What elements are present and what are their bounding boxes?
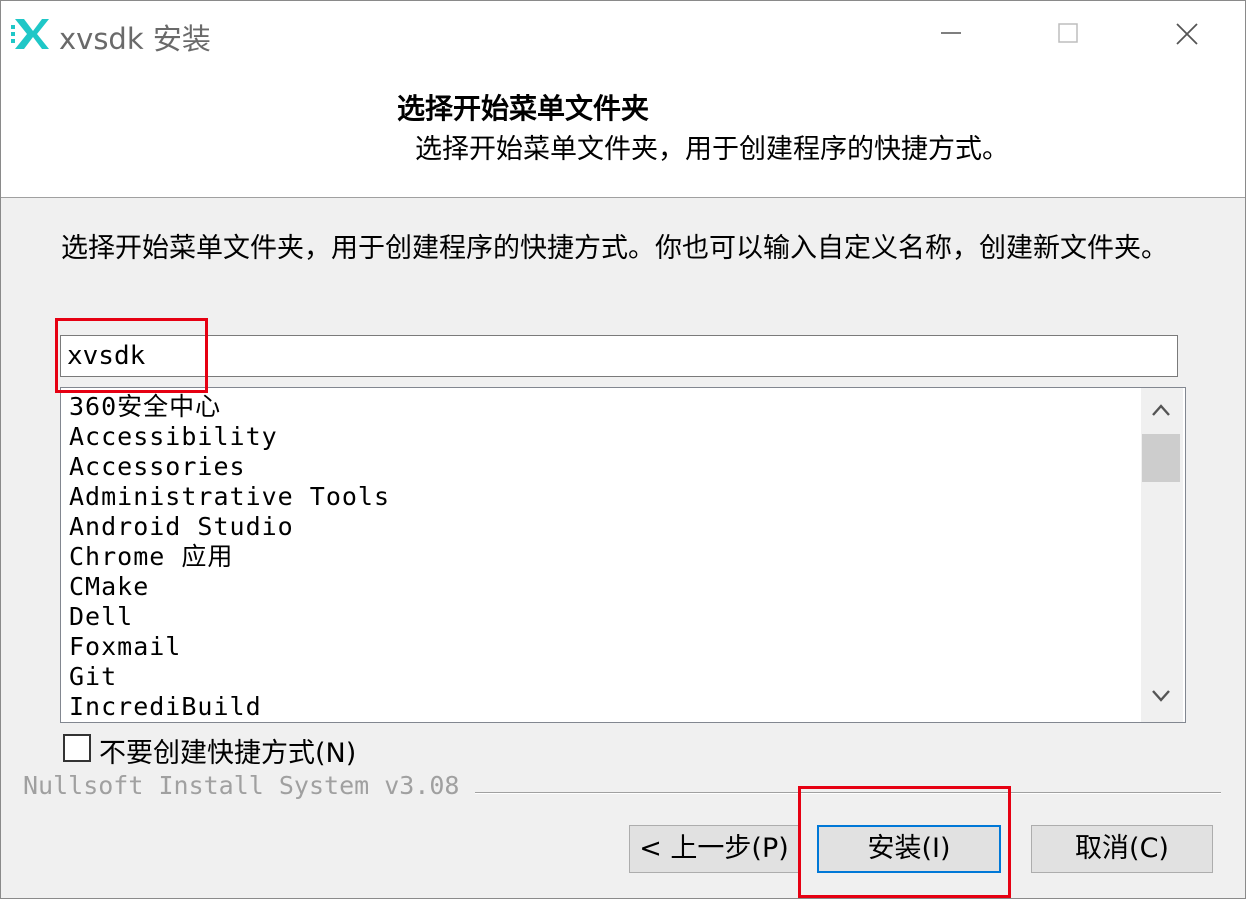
title-bar[interactable]: xvsdk 安装 — [1, 1, 1245, 65]
list-item[interactable]: IncrediBuild — [69, 692, 390, 722]
chevron-up-icon[interactable] — [1151, 402, 1171, 421]
window-title: xvsdk 安装 — [59, 22, 211, 56]
chevron-down-icon[interactable] — [1151, 688, 1171, 707]
list-item[interactable]: 360安全中心 — [69, 392, 390, 422]
minimize-button[interactable] — [916, 1, 986, 65]
list-item[interactable]: Administrative Tools — [69, 482, 390, 512]
page-subtitle: 选择开始菜单文件夹，用于创建程序的快捷方式。 — [415, 134, 1009, 165]
no-shortcut-checkbox[interactable] — [63, 734, 91, 762]
scroll-thumb[interactable] — [1142, 434, 1180, 482]
page-title: 选择开始菜单文件夹 — [397, 92, 650, 125]
list-item[interactable]: Android Studio — [69, 512, 390, 542]
xvsdk-logo-icon — [11, 19, 49, 49]
close-icon — [1176, 23, 1198, 45]
list-item[interactable]: Dell — [69, 602, 390, 632]
list-item[interactable]: Accessories — [69, 452, 390, 482]
footer-divider — [475, 792, 1221, 794]
cancel-button[interactable]: 取消(C) — [1031, 825, 1213, 873]
list-item[interactable]: Foxmail — [69, 632, 390, 662]
folder-listbox[interactable]: 360安全中心 Accessibility Accessories Administr… — [60, 387, 1186, 723]
list-item[interactable]: Git — [69, 662, 390, 692]
no-shortcut-label[interactable]: 不要创建快捷方式(N) — [99, 731, 356, 770]
maximize-button[interactable] — [1033, 1, 1103, 65]
vertical-scrollbar[interactable] — [1141, 388, 1183, 722]
install-button[interactable]: 安装(I) — [817, 825, 1001, 873]
back-button[interactable]: < 上一步(P) — [629, 825, 799, 873]
folder-list: 360安全中心 Accessibility Accessories Administr… — [69, 392, 390, 722]
nsis-brand: Nullsoft Install System v3.08 — [23, 771, 460, 800]
installer-window: xvsdk 安装 选择开始菜单文件夹 选择开始菜单文件夹，用于创建程序的快捷方式… — [0, 0, 1246, 899]
minimize-icon — [941, 32, 961, 34]
maximize-icon — [1058, 23, 1078, 43]
list-item[interactable]: Chrome 应用 — [69, 542, 390, 572]
list-item[interactable]: CMake — [69, 572, 390, 602]
close-button[interactable] — [1151, 1, 1221, 65]
intro-text: 选择开始菜单文件夹，用于创建程序的快捷方式。你也可以输入自定义名称，创建新文件夹… — [61, 233, 1168, 264]
folder-name-input[interactable] — [60, 335, 1178, 377]
page-header: 选择开始菜单文件夹 选择开始菜单文件夹，用于创建程序的快捷方式。 — [1, 65, 1245, 198]
list-item[interactable]: Accessibility — [69, 422, 390, 452]
